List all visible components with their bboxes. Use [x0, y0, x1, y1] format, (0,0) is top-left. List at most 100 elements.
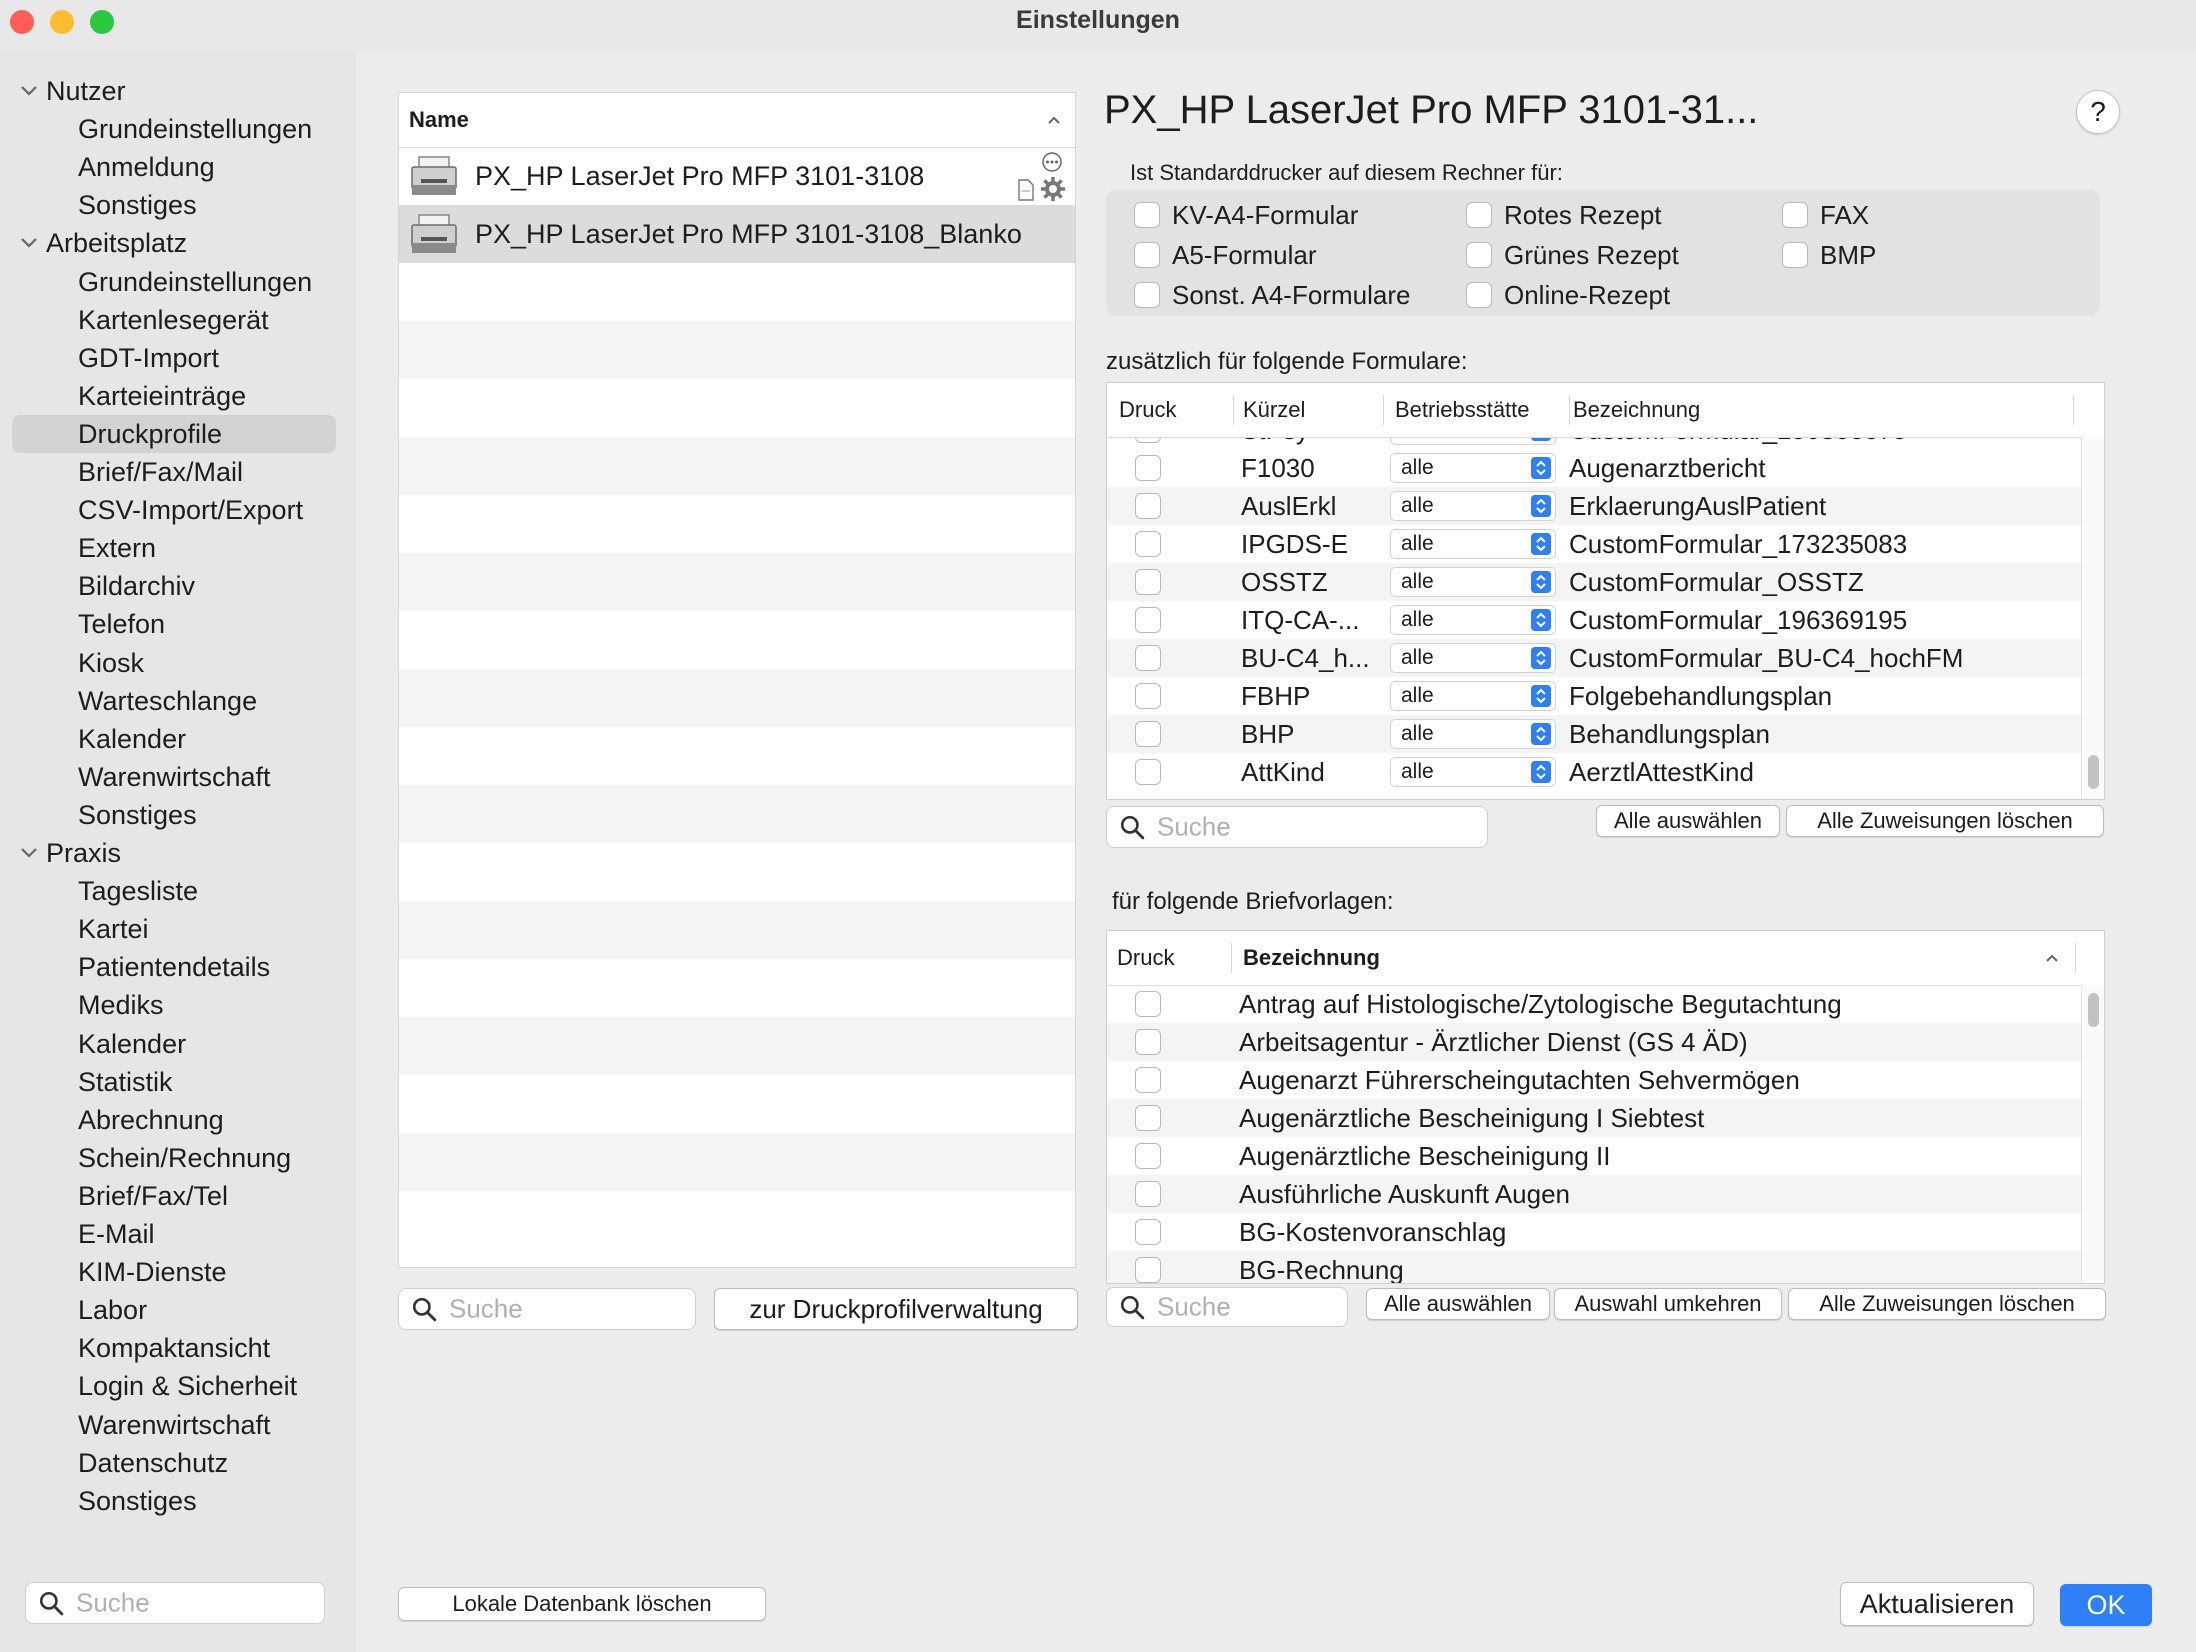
print-checkbox[interactable]: [1135, 493, 1161, 519]
sidebar-item-login-sicherheit[interactable]: Login & Sicherheit: [12, 1367, 336, 1405]
forms-search-field[interactable]: Suche: [1106, 806, 1488, 848]
letter-template-row[interactable]: BG-Kostenvoranschlag: [1107, 1213, 2081, 1251]
print-checkbox[interactable]: [1135, 721, 1161, 747]
form-row[interactable]: OSSTZ alle CustomFormular_OSSTZ: [1107, 563, 2081, 601]
sidebar-item-datenschutz[interactable]: Datenschutz: [12, 1444, 336, 1482]
form-row[interactable]: IPGDS-E alle CustomFormular_173235083: [1107, 525, 2081, 563]
sidebar-item-kalender[interactable]: Kalender: [12, 720, 336, 758]
more-options-icon[interactable]: [1041, 151, 1063, 173]
letter-template-row[interactable]: Augenarzt Führerscheingutachten Sehvermö…: [1107, 1061, 2081, 1099]
sidebar-item-mediks[interactable]: Mediks: [12, 986, 336, 1024]
help-button[interactable]: ?: [2076, 90, 2120, 134]
form-row[interactable]: BHP alle Behandlungsplan: [1107, 715, 2081, 753]
sidebar-item-kompaktansicht[interactable]: Kompaktansicht: [12, 1329, 336, 1367]
checkbox[interactable]: [1466, 202, 1492, 228]
checkbox[interactable]: [1782, 202, 1808, 228]
chevron-down-icon[interactable]: [20, 847, 38, 859]
sidebar-item-statistik[interactable]: Statistik: [12, 1063, 336, 1101]
print-checkbox[interactable]: [1135, 1143, 1161, 1169]
chevron-down-icon[interactable]: [20, 237, 38, 249]
sidebar-item-brief-fax-mail[interactable]: Brief/Fax/Mail: [12, 453, 336, 491]
letter-template-row[interactable]: Arbeitsagentur - Ärztlicher Dienst (GS 4…: [1107, 1023, 2081, 1061]
printer-search-field[interactable]: Suche: [398, 1288, 696, 1330]
sidebar-item-sonstiges[interactable]: Sonstiges: [12, 796, 336, 834]
sidebar-item-abrechnung[interactable]: Abrechnung: [12, 1101, 336, 1139]
sidebar-item-kalender[interactable]: Kalender: [12, 1025, 336, 1063]
sidebar-item-kim-dienste[interactable]: KIM-Dienste: [12, 1253, 336, 1291]
form-row[interactable]: FBHP alle Folgebehandlungsplan: [1107, 677, 2081, 715]
form-row[interactable]: AuslErkl alle ErklaerungAuslPatient: [1107, 487, 2081, 525]
checkbox[interactable]: [1466, 242, 1492, 268]
checkbox[interactable]: [1782, 242, 1808, 268]
sidebar-group-arbeitsplatz[interactable]: Arbeitsplatz: [12, 224, 336, 262]
letters-scrollbar[interactable]: [2081, 985, 2104, 1283]
site-select[interactable]: alle: [1390, 529, 1556, 559]
sidebar-item-grundeinstellungen[interactable]: Grundeinstellungen: [12, 110, 336, 148]
sidebar-item-kartenlesegerät[interactable]: Kartenlesegerät: [12, 301, 336, 339]
site-select[interactable]: alle: [1390, 681, 1556, 711]
form-row[interactable]: ITQ-CA-... alle CustomFormular_196369195: [1107, 601, 2081, 639]
delete-local-database-button[interactable]: Lokale Datenbank löschen: [398, 1587, 766, 1621]
sidebar-group-nutzer[interactable]: Nutzer: [12, 72, 336, 110]
column-header-kuerzel[interactable]: Kürzel: [1243, 383, 1305, 437]
printer-list-header[interactable]: Name: [399, 93, 1075, 148]
sidebar-item-druckprofile[interactable]: Druckprofile: [12, 414, 336, 453]
forms-select-all-button[interactable]: Alle auswählen: [1596, 805, 1780, 837]
sidebar-item-sonstiges[interactable]: Sonstiges: [12, 1482, 336, 1520]
sidebar-item-e-mail[interactable]: E-Mail: [12, 1215, 336, 1253]
checkbox[interactable]: [1134, 242, 1160, 268]
letter-template-row[interactable]: Augenärztliche Bescheinigung I Siebtest: [1107, 1099, 2081, 1137]
sidebar-item-csv-import-export[interactable]: CSV-Import/Export: [12, 491, 336, 529]
letters-clear-assignments-button[interactable]: Alle Zuweisungen löschen: [1788, 1288, 2106, 1320]
site-select[interactable]: alle: [1390, 605, 1556, 635]
print-checkbox[interactable]: [1135, 1257, 1161, 1283]
sidebar-item-schein-rechnung[interactable]: Schein/Rechnung: [12, 1139, 336, 1177]
manage-print-profiles-button[interactable]: zur Druckprofilverwaltung: [714, 1288, 1078, 1330]
print-checkbox[interactable]: [1135, 683, 1161, 709]
sidebar-item-kiosk[interactable]: Kiosk: [12, 644, 336, 682]
checkbox[interactable]: [1134, 202, 1160, 228]
form-row[interactable]: BU-C4_h... alle CustomFormular_BU-C4_hochF…: [1107, 639, 2081, 677]
sidebar-item-patientendetails[interactable]: Patientendetails: [12, 948, 336, 986]
letter-template-row[interactable]: Ausführliche Auskunft Augen: [1107, 1175, 2081, 1213]
print-checkbox[interactable]: [1135, 1219, 1161, 1245]
sidebar-item-grundeinstellungen[interactable]: Grundeinstellungen: [12, 263, 336, 301]
sidebar-item-warenwirtschaft[interactable]: Warenwirtschaft: [12, 1406, 336, 1444]
print-checkbox[interactable]: [1135, 645, 1161, 671]
site-select[interactable]: alle: [1390, 643, 1556, 673]
sidebar-item-warenwirtschaft[interactable]: Warenwirtschaft: [12, 758, 336, 796]
sidebar-item-brief-fax-tel[interactable]: Brief/Fax/Tel: [12, 1177, 336, 1215]
refresh-button[interactable]: Aktualisieren: [1840, 1582, 2034, 1626]
column-header-betriebsstaette[interactable]: Betriebsstätte: [1395, 383, 1530, 437]
column-header-druck[interactable]: Druck: [1119, 383, 1176, 437]
letters-select-all-button[interactable]: Alle auswählen: [1366, 1288, 1550, 1320]
print-checkbox[interactable]: [1135, 455, 1161, 481]
printer-row[interactable]: PX_HP LaserJet Pro MFP 3101-3108: [399, 147, 1075, 205]
site-select[interactable]: alle: [1390, 491, 1556, 521]
form-row[interactable]: AttKind alle AerztlAttestKind: [1107, 753, 2081, 791]
checkbox[interactable]: [1134, 282, 1160, 308]
sidebar-search-field[interactable]: Suche: [25, 1582, 325, 1624]
letter-template-row[interactable]: BG-Rechnung: [1107, 1251, 2081, 1283]
print-checkbox[interactable]: [1135, 1029, 1161, 1055]
checkbox[interactable]: [1466, 282, 1492, 308]
site-select[interactable]: alle: [1390, 757, 1556, 787]
print-checkbox[interactable]: [1135, 759, 1161, 785]
ok-button[interactable]: OK: [2060, 1584, 2152, 1626]
gear-icon[interactable]: [1039, 175, 1067, 203]
letters-invert-selection-button[interactable]: Auswahl umkehren: [1554, 1288, 1782, 1320]
column-header-druck[interactable]: Druck: [1117, 931, 1174, 985]
letters-search-field[interactable]: Suche: [1106, 1287, 1348, 1327]
site-select[interactable]: alle: [1390, 567, 1556, 597]
print-checkbox[interactable]: [1135, 1181, 1161, 1207]
print-checkbox[interactable]: [1135, 991, 1161, 1017]
site-select[interactable]: alle: [1390, 453, 1556, 483]
sidebar-item-gdt-import[interactable]: GDT-Import: [12, 339, 336, 377]
sidebar-item-bildarchiv[interactable]: Bildarchiv: [12, 567, 336, 605]
print-checkbox[interactable]: [1135, 531, 1161, 557]
form-row[interactable]: F1030 alle Augenarztbericht: [1107, 449, 2081, 487]
sidebar-item-karteieinträge[interactable]: Karteieinträge: [12, 377, 336, 415]
column-header-bezeichnung[interactable]: Bezeichnung: [1243, 931, 1380, 985]
sidebar-group-praxis[interactable]: Praxis: [12, 834, 336, 872]
letter-template-row[interactable]: Antrag auf Histologische/Zytologische Be…: [1107, 985, 2081, 1023]
